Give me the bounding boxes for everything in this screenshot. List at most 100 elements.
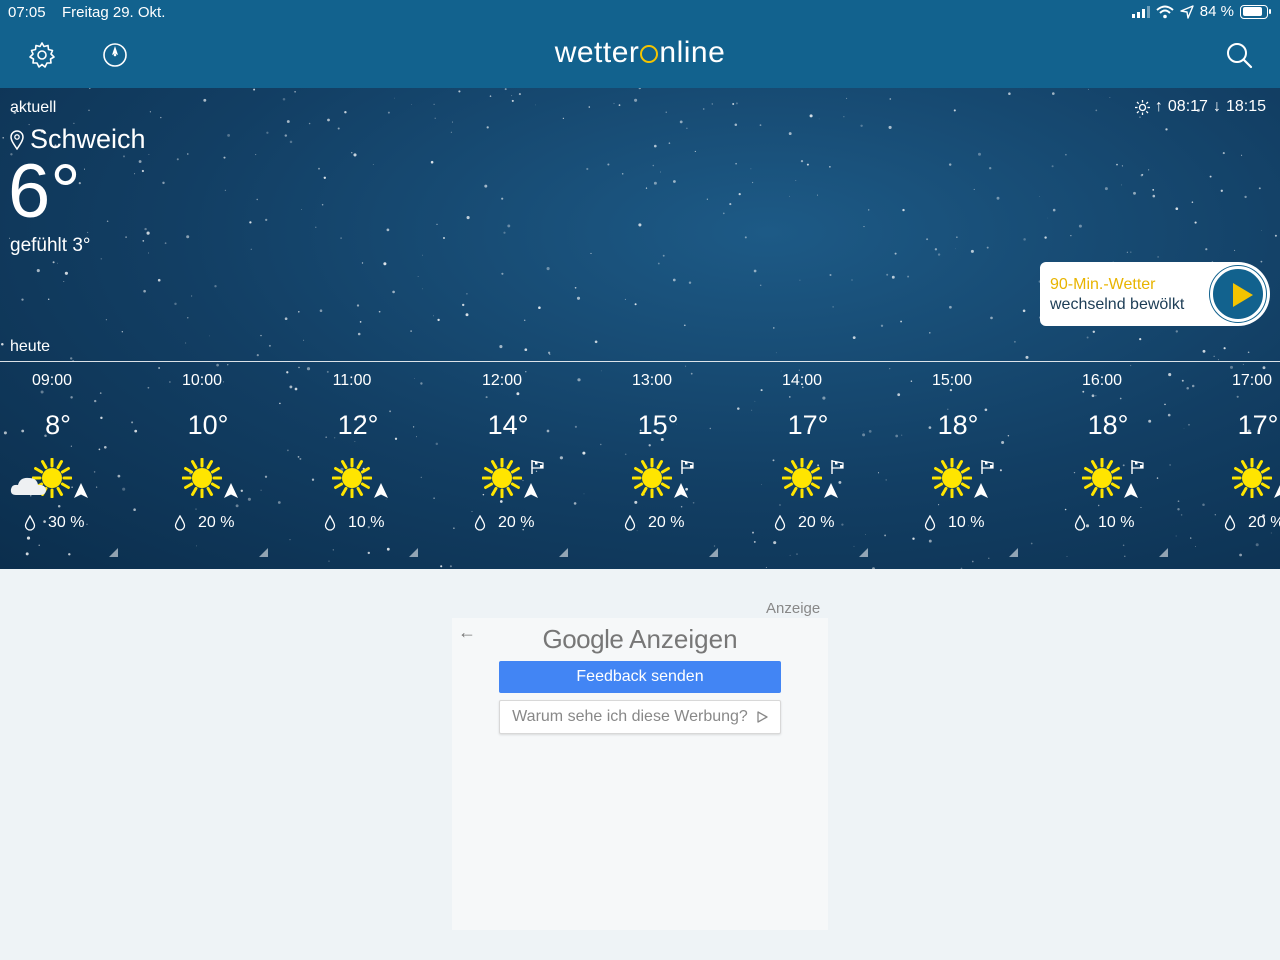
signal-icon <box>1131 5 1150 18</box>
rain-probability: 20 % <box>624 514 684 532</box>
hour-column[interactable]: 12:00 14° 20 % <box>450 362 600 569</box>
hour-temperature: 10° <box>187 410 229 440</box>
hour-temperature: 12° <box>337 410 379 440</box>
sun-icon <box>332 458 372 498</box>
why-this-ad-button[interactable]: Warum sehe ich diese Werbung? <box>499 700 781 734</box>
hour-time: 14:00 <box>781 372 823 389</box>
raindrop-icon <box>774 515 786 531</box>
hour-temperature: 17° <box>787 410 829 440</box>
wind-gust-flag-icon <box>831 460 844 474</box>
expand-corner-icon <box>1009 548 1018 557</box>
rain-percent: 20 % <box>798 514 835 531</box>
expand-corner-icon <box>109 548 118 557</box>
rain-percent: 20 % <box>198 514 235 531</box>
hour-column[interactable]: 11:00 12° 10 % <box>300 362 450 569</box>
raindrop-icon <box>24 515 36 531</box>
sunrise-time: 08:17 <box>1167 98 1208 115</box>
location-arrow-icon <box>1180 4 1194 19</box>
expand-corner-icon <box>709 548 718 557</box>
sun-icon <box>632 458 672 498</box>
hour-temperature: 17° <box>1237 410 1279 440</box>
sun-icon <box>932 458 972 498</box>
rain-percent: 10 % <box>948 514 985 531</box>
sunrise-arrow-icon: ↑ <box>1154 98 1163 115</box>
location-pin-icon <box>10 129 24 150</box>
raindrop-icon <box>324 515 336 531</box>
play-icon[interactable] <box>1210 266 1266 322</box>
wind-arrow-icon <box>1124 483 1138 498</box>
ninety-min-weather-button[interactable]: 90-Min.-Wetter wechselnd bewölkt <box>1040 262 1270 326</box>
adchoices-icon <box>757 711 768 723</box>
hourly-forecast[interactable]: 09:00 8° 30 % 10:00 10° 20 % 11:00 12° 10 % 12:00… <box>0 362 1280 569</box>
hour-time: 10:00 <box>181 372 223 389</box>
ads-label: Anzeigen <box>629 624 738 654</box>
hour-time: 15:00 <box>931 372 973 389</box>
app-logo: wetter nline <box>554 36 726 69</box>
wind-arrow-icon <box>674 483 688 498</box>
raindrop-icon <box>924 515 936 531</box>
rain-percent: 20 % <box>1248 514 1280 531</box>
rain-percent: 10 % <box>1098 514 1135 531</box>
search-icon[interactable] <box>1224 40 1254 70</box>
wind-gust-flag-icon <box>1131 460 1144 474</box>
wind-gust-flag-icon <box>981 460 994 474</box>
hour-time: 11:00 <box>332 372 372 389</box>
sun-times: ↑ 08:17 ↓ 18:15 <box>1134 98 1266 116</box>
hour-column[interactable]: 15:00 18° 10 % <box>900 362 1050 569</box>
expand-corner-icon <box>409 548 418 557</box>
rain-probability: 30 % <box>24 514 84 532</box>
felt-temperature: gefühlt 3° <box>10 235 91 256</box>
raindrop-icon <box>474 515 486 531</box>
ad-container: ← Google Anzeigen Feedback senden Warum … <box>452 618 828 930</box>
feedback-button[interactable]: Feedback senden <box>499 661 781 693</box>
hour-column[interactable]: 16:00 18° 10 % <box>1050 362 1200 569</box>
hour-temperature: 18° <box>937 410 979 440</box>
hour-temperature: 18° <box>1087 410 1129 440</box>
hour-time: 17:00 <box>1231 372 1273 389</box>
weather-hero: aktuell Schweich 6° gefühlt 3° ↑ 08:17 ↓… <box>0 88 1280 569</box>
hour-column[interactable]: 14:00 17° 20 % <box>750 362 900 569</box>
hour-time: 13:00 <box>631 372 673 389</box>
hour-temperature: 8° <box>45 410 71 440</box>
raindrop-icon <box>1224 515 1236 531</box>
hour-temperature: 14° <box>487 410 529 440</box>
wind-arrow-icon <box>224 483 238 498</box>
sun-icon <box>1232 458 1272 498</box>
sun-icon <box>482 458 522 498</box>
wind-gust-flag-icon <box>681 460 694 474</box>
rain-probability: 10 % <box>324 514 384 532</box>
ninety-min-subtitle: wechselnd bewölkt <box>1050 296 1185 313</box>
ninety-min-title: 90-Min.-Wetter <box>1050 276 1156 293</box>
hour-column[interactable]: 17:00 17° 20 % <box>1200 362 1280 569</box>
raindrop-icon <box>1074 515 1086 531</box>
expand-corner-icon <box>259 548 268 557</box>
battery-percent: 84 % <box>1199 3 1234 20</box>
google-logo: Google <box>542 624 624 654</box>
rain-probability: 20 % <box>1224 514 1280 532</box>
google-ads-header: Google Anzeigen <box>452 624 828 655</box>
rain-probability: 20 % <box>174 514 234 532</box>
rain-probability: 20 % <box>474 514 534 532</box>
sunset-time: 18:15 <box>1225 98 1266 115</box>
rain-probability: 20 % <box>774 514 834 532</box>
cloud-icon <box>10 477 46 495</box>
wind-arrow-icon <box>824 483 838 498</box>
rain-percent: 20 % <box>498 514 535 531</box>
hour-temperature: 15° <box>637 410 679 440</box>
hour-time: 12:00 <box>481 372 523 389</box>
status-indicators: 84 % <box>1131 3 1271 20</box>
expand-corner-icon <box>1159 548 1168 557</box>
sun-icon <box>182 458 222 498</box>
rain-percent: 30 % <box>48 514 85 531</box>
current-label: aktuell <box>10 99 57 116</box>
hour-column[interactable]: 13:00 15° 20 % <box>600 362 750 569</box>
sun-small-icon <box>1134 99 1150 115</box>
rain-probability: 10 % <box>924 514 984 532</box>
raindrop-icon <box>174 515 186 531</box>
expand-corner-icon <box>859 548 868 557</box>
expand-corner-icon <box>559 548 568 557</box>
hour-column[interactable]: 10:00 10° 20 % <box>150 362 300 569</box>
wind-arrow-icon <box>1274 485 1280 498</box>
hour-column[interactable]: 09:00 8° 30 % <box>0 362 150 569</box>
wind-arrow-icon <box>74 483 88 498</box>
